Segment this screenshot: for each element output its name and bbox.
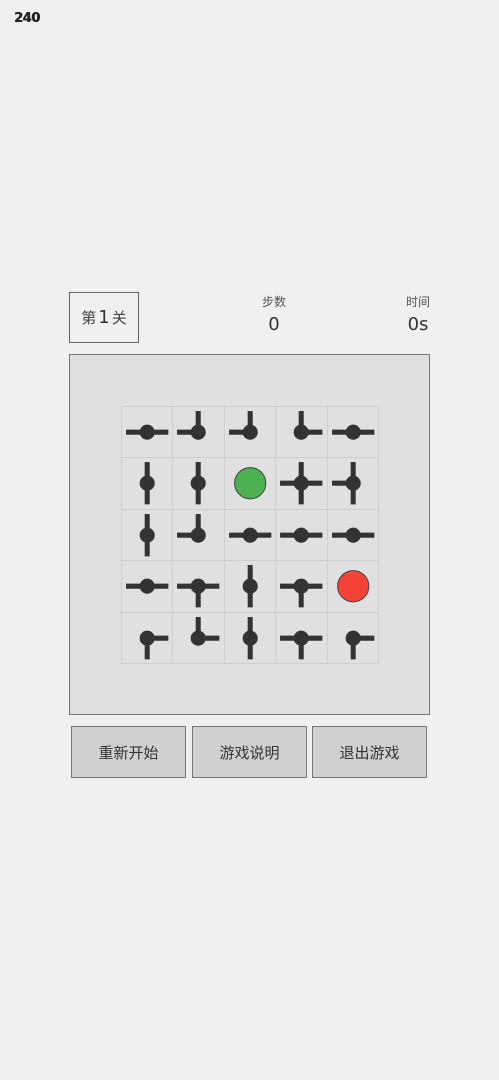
grid-cell[interactable] bbox=[276, 407, 328, 459]
game-board bbox=[69, 354, 430, 715]
grid-cell[interactable] bbox=[224, 407, 277, 459]
pipe-hub bbox=[293, 630, 309, 646]
pipe-hub bbox=[139, 424, 155, 440]
pipe-tile bbox=[191, 462, 207, 505]
pipe-tile bbox=[242, 565, 258, 608]
pipe-hub bbox=[191, 424, 207, 440]
pipe-hub bbox=[242, 424, 258, 440]
pipe-tile bbox=[331, 462, 361, 505]
pipe-hub bbox=[242, 578, 258, 594]
grid-cell[interactable] bbox=[122, 612, 174, 664]
pipe-hub bbox=[345, 527, 361, 543]
grid-cell[interactable] bbox=[327, 561, 379, 613]
pipe-tile bbox=[331, 424, 374, 440]
pipe-hub bbox=[139, 578, 155, 594]
grid-cell[interactable] bbox=[276, 458, 328, 510]
pipe-tile bbox=[331, 527, 374, 543]
grid-cell[interactable] bbox=[327, 509, 379, 562]
grid-cell[interactable] bbox=[276, 509, 328, 562]
grid-cell[interactable] bbox=[122, 561, 174, 613]
pipe-hub bbox=[293, 578, 309, 594]
end-circle bbox=[336, 570, 369, 603]
level-prefix: 第 bbox=[81, 309, 97, 327]
steps-value: 0 bbox=[268, 314, 280, 335]
grid-cell[interactable] bbox=[173, 612, 225, 664]
steps-stat: 步数 0 bbox=[244, 293, 304, 335]
start-node bbox=[233, 467, 267, 500]
pipe-tile bbox=[280, 462, 323, 505]
pipe-hub bbox=[139, 527, 155, 543]
pipe-tile bbox=[126, 424, 169, 440]
exit-button[interactable]: 退出游戏 bbox=[312, 726, 427, 778]
pipe-tile bbox=[242, 616, 258, 659]
pipe-tile bbox=[293, 411, 323, 440]
pipe-hub bbox=[191, 476, 207, 492]
level-indicator: 第 1 关 bbox=[69, 292, 139, 343]
pipe-hub bbox=[191, 578, 207, 594]
help-button[interactable]: 游戏说明 bbox=[192, 726, 307, 778]
pipe-tile bbox=[177, 513, 207, 543]
pipe-tile bbox=[177, 411, 207, 440]
pipe-hub bbox=[345, 630, 361, 646]
pipe-hub bbox=[293, 476, 309, 492]
grid-cell[interactable] bbox=[224, 458, 277, 510]
pipe-hub bbox=[191, 527, 207, 543]
grid-cell[interactable] bbox=[173, 509, 225, 562]
pipe-hub bbox=[345, 476, 361, 492]
grid-cell[interactable] bbox=[224, 509, 277, 562]
grid-cell[interactable] bbox=[173, 561, 225, 613]
pipe-tile bbox=[280, 527, 323, 543]
pipe-tile bbox=[139, 630, 169, 659]
grid-cell[interactable] bbox=[276, 612, 328, 664]
pipe-tile bbox=[280, 630, 323, 659]
pipe-hub bbox=[345, 424, 361, 440]
pipe-hub bbox=[293, 424, 309, 440]
grid-cell[interactable] bbox=[122, 407, 174, 459]
pipe-grid bbox=[121, 406, 379, 664]
grid-cell[interactable] bbox=[276, 561, 328, 613]
pipe-hub bbox=[139, 630, 155, 646]
start-circle bbox=[233, 467, 267, 500]
grid-cell[interactable] bbox=[224, 561, 277, 613]
time-stat: 时间 0s bbox=[388, 293, 448, 335]
pipe-hub bbox=[293, 527, 309, 543]
grid-cell[interactable] bbox=[224, 612, 277, 664]
pipe-tile bbox=[191, 616, 220, 646]
time-label: 时间 bbox=[405, 295, 430, 309]
restart-button[interactable]: 重新开始 bbox=[71, 726, 186, 778]
grid-cell[interactable] bbox=[327, 612, 379, 664]
pipe-tile bbox=[177, 578, 220, 608]
level-suffix: 关 bbox=[111, 309, 127, 327]
steps-label: 步数 bbox=[261, 295, 286, 309]
grid-cell[interactable] bbox=[327, 458, 379, 510]
pipe-tile bbox=[280, 578, 323, 608]
grid-cell[interactable] bbox=[173, 458, 225, 510]
pipe-tile bbox=[228, 527, 272, 543]
end-node bbox=[336, 570, 369, 603]
pipe-hub bbox=[139, 476, 155, 492]
grid-cell[interactable] bbox=[122, 458, 174, 510]
pipe-hub bbox=[191, 630, 207, 646]
button-bar: 重新开始 游戏说明 退出游戏 bbox=[71, 726, 429, 778]
pipe-tile bbox=[139, 462, 155, 505]
fps-counter: 240 bbox=[14, 11, 40, 26]
pipe-tile bbox=[345, 630, 374, 659]
grid-cell[interactable] bbox=[173, 407, 225, 459]
time-value: 0s bbox=[407, 314, 429, 335]
level-number: 1 bbox=[98, 307, 110, 328]
grid-cell[interactable] bbox=[327, 407, 379, 459]
pipe-hub bbox=[242, 630, 258, 646]
pipe-tile bbox=[126, 578, 169, 594]
pipe-tile bbox=[228, 411, 258, 440]
grid-cell[interactable] bbox=[122, 509, 174, 562]
pipe-tile bbox=[139, 513, 155, 557]
pipe-hub bbox=[242, 527, 258, 543]
